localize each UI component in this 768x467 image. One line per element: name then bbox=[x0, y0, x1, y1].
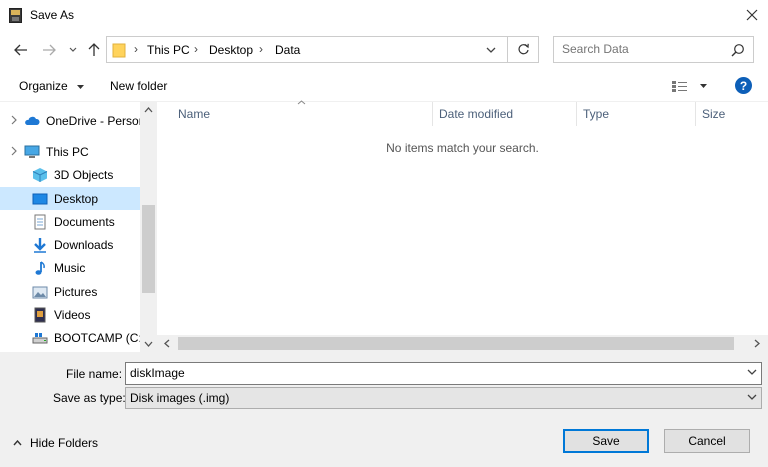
sidebar-item-music[interactable]: Music bbox=[0, 256, 140, 279]
chevron-up-icon bbox=[13, 440, 22, 446]
sidebar-item-label: BOOTCAMP (C:) bbox=[54, 330, 140, 345]
chevron-down-icon bbox=[69, 47, 77, 52]
hide-folders-button[interactable]: Hide Folders bbox=[13, 436, 98, 450]
video-icon bbox=[34, 307, 46, 322]
save-as-type-value: Disk images (.img) bbox=[130, 391, 230, 405]
sidebar-item-bootcamp[interactable]: BOOTCAMP (C:) bbox=[0, 326, 140, 349]
breadcrumb-data[interactable]: Data bbox=[275, 43, 300, 57]
search-input[interactable] bbox=[562, 42, 727, 56]
desktop-icon bbox=[32, 193, 48, 204]
cube-icon bbox=[32, 167, 48, 182]
sidebar-item-label: OneDrive - Person bbox=[46, 113, 140, 128]
sidebar-item-label: Videos bbox=[54, 307, 91, 322]
chevron-down-icon[interactable] bbox=[486, 47, 496, 54]
file-name-combobox[interactable] bbox=[125, 362, 762, 385]
title-bar bbox=[0, 0, 768, 31]
sidebar-scroll-thumb[interactable] bbox=[142, 205, 155, 293]
details-view-icon bbox=[672, 81, 707, 92]
scroll-left-icon[interactable] bbox=[164, 339, 170, 348]
sidebar-item-label: Documents bbox=[54, 214, 115, 229]
up-button[interactable] bbox=[85, 40, 103, 60]
file-name-input[interactable] bbox=[130, 366, 730, 380]
column-divider[interactable] bbox=[432, 102, 433, 126]
sidebar-item-label: Pictures bbox=[54, 284, 98, 299]
sidebar-item-this-pc[interactable]: This PC bbox=[0, 140, 140, 163]
arrow-up-icon bbox=[88, 43, 100, 56]
sidebar-item-onedrive[interactable]: OneDrive - Person bbox=[0, 109, 140, 132]
download-icon bbox=[34, 237, 46, 253]
sort-ascending-icon bbox=[297, 100, 306, 105]
expand-chevron-icon[interactable] bbox=[10, 115, 18, 125]
arrow-left-icon bbox=[14, 44, 27, 56]
cancel-button[interactable]: Cancel bbox=[664, 429, 750, 453]
column-header-date-modified[interactable]: Date modified bbox=[439, 107, 513, 121]
search-icon[interactable] bbox=[731, 43, 745, 57]
breadcrumb-this-pc[interactable]: This PC bbox=[147, 43, 190, 57]
sidebar-item-label: 3D Objects bbox=[54, 167, 114, 182]
column-header-name[interactable]: Name bbox=[178, 107, 210, 121]
help-button[interactable]: ? bbox=[735, 77, 752, 94]
document-icon bbox=[34, 214, 46, 229]
breadcrumb-separator: › bbox=[134, 42, 138, 56]
address-bar[interactable]: › This PC › Desktop › Data bbox=[106, 36, 508, 63]
breadcrumb-separator: › bbox=[259, 42, 263, 56]
recent-locations-button[interactable] bbox=[66, 40, 80, 60]
sidebar-item-label: This PC bbox=[46, 144, 89, 159]
sidebar-item-videos[interactable]: Videos bbox=[0, 303, 140, 326]
save-as-type-label: Save as type: bbox=[53, 391, 126, 405]
drive-icon bbox=[32, 332, 48, 343]
forward-button[interactable] bbox=[39, 40, 59, 60]
sidebar-item-desktop[interactable]: Desktop bbox=[0, 187, 140, 210]
sidebar-item-pictures[interactable]: Pictures bbox=[0, 280, 140, 303]
back-button[interactable] bbox=[11, 40, 31, 60]
scroll-up-icon[interactable] bbox=[144, 107, 153, 113]
organize-button[interactable]: Organize bbox=[19, 79, 85, 93]
chevron-down-icon bbox=[747, 394, 757, 400]
scroll-down-icon[interactable] bbox=[144, 341, 153, 347]
breadcrumb-desktop[interactable]: Desktop bbox=[209, 43, 253, 57]
window-title: Save As bbox=[30, 8, 75, 22]
sidebar-item-label: Downloads bbox=[54, 237, 114, 252]
sidebar-item-3d-objects[interactable]: 3D Objects bbox=[0, 163, 140, 186]
caret-down-icon bbox=[77, 84, 85, 89]
empty-message: No items match your search. bbox=[386, 141, 539, 155]
column-divider[interactable] bbox=[695, 102, 696, 126]
expand-chevron-icon[interactable] bbox=[10, 146, 18, 156]
close-icon bbox=[746, 9, 758, 21]
file-name-label: File name: bbox=[66, 367, 123, 381]
picture-icon bbox=[32, 286, 48, 298]
file-list[interactable] bbox=[157, 102, 768, 352]
folder-icon bbox=[112, 43, 126, 58]
new-folder-button[interactable]: New folder bbox=[110, 79, 167, 93]
close-button[interactable] bbox=[738, 2, 766, 28]
column-header-size[interactable]: Size bbox=[702, 107, 725, 121]
navigation-pane: OneDrive - Person This PC 3D Objects Des… bbox=[0, 102, 157, 352]
search-box[interactable] bbox=[553, 36, 754, 63]
column-divider[interactable] bbox=[576, 102, 577, 126]
scroll-right-icon[interactable] bbox=[754, 339, 760, 348]
sidebar-item-documents[interactable]: Documents bbox=[0, 210, 140, 233]
sidebar-item-downloads[interactable]: Downloads bbox=[0, 233, 140, 256]
change-view-button[interactable] bbox=[670, 78, 710, 94]
column-header-type[interactable]: Type bbox=[583, 107, 609, 121]
computer-icon bbox=[24, 145, 40, 158]
refresh-icon bbox=[517, 43, 529, 55]
organize-label: Organize bbox=[19, 79, 68, 93]
chevron-down-icon[interactable] bbox=[747, 367, 757, 377]
refresh-button[interactable] bbox=[508, 36, 539, 63]
sidebar-item-label: Desktop bbox=[54, 191, 99, 206]
horizontal-scroll-thumb[interactable] bbox=[178, 337, 734, 350]
arrow-right-icon bbox=[43, 44, 56, 56]
app-icon bbox=[9, 8, 22, 23]
breadcrumb-separator: › bbox=[194, 42, 198, 56]
save-as-type-select[interactable]: Disk images (.img) bbox=[125, 387, 762, 409]
hide-folders-label: Hide Folders bbox=[30, 436, 99, 450]
cloud-icon bbox=[25, 116, 40, 125]
sidebar-item-label: Music bbox=[54, 260, 86, 275]
music-icon bbox=[35, 260, 45, 275]
save-button[interactable]: Save bbox=[563, 429, 649, 453]
